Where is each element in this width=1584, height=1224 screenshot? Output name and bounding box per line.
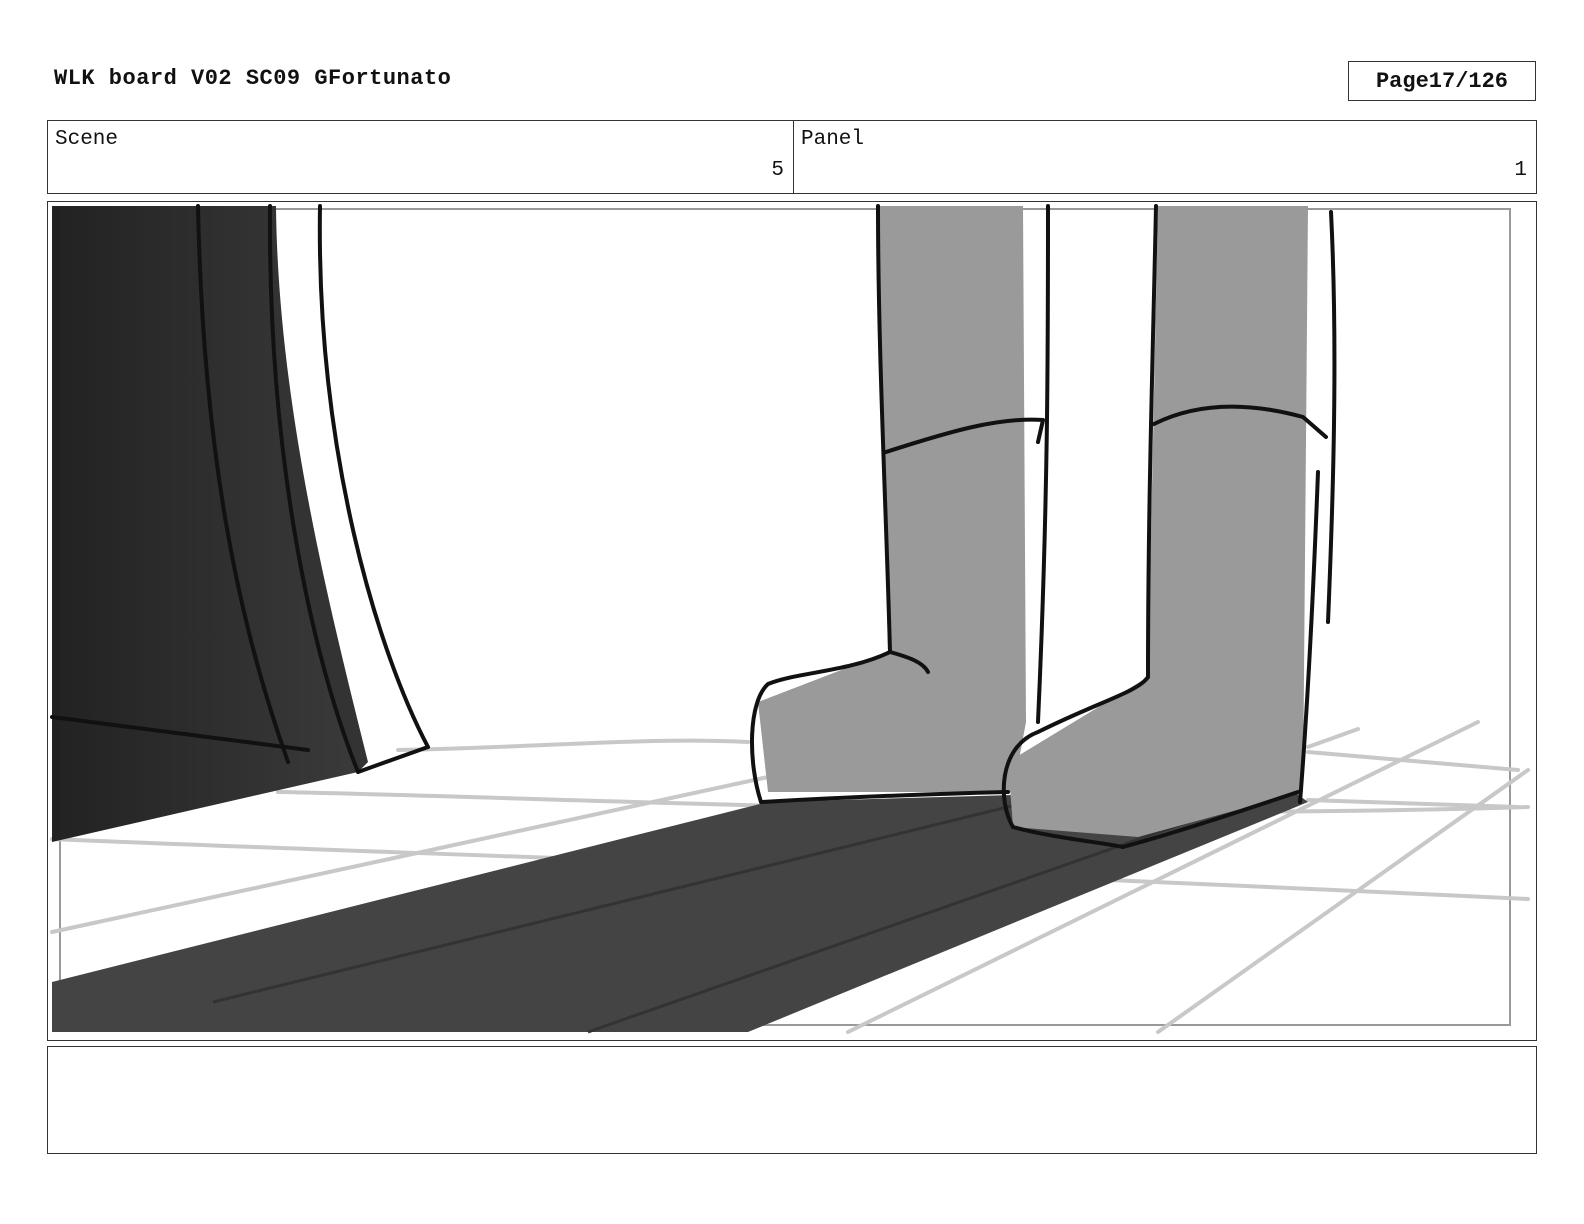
scene-panel-info-row: Scene 5 Panel 1 <box>47 120 1537 194</box>
scene-cell: Scene 5 <box>48 121 794 193</box>
left-leg <box>758 206 1026 792</box>
scene-number: 5 <box>771 159 784 182</box>
panel-label: Panel <box>801 128 865 151</box>
storyboard-frame <box>47 201 1537 1041</box>
panel-cell: Panel 1 <box>794 121 1536 193</box>
notes-box <box>47 1046 1537 1154</box>
page-number: 17/126 <box>1428 68 1509 94</box>
panel-number: 1 <box>1514 159 1527 182</box>
board-title: WLK board V02 SC09 GFortunato <box>54 66 452 91</box>
storyboard-sketch-image <box>50 204 1530 1034</box>
right-leg <box>1008 206 1308 837</box>
page-label: Page <box>1375 68 1429 94</box>
scene-label: Scene <box>55 128 119 151</box>
page-indicator: Page 17/126 <box>1348 61 1536 101</box>
